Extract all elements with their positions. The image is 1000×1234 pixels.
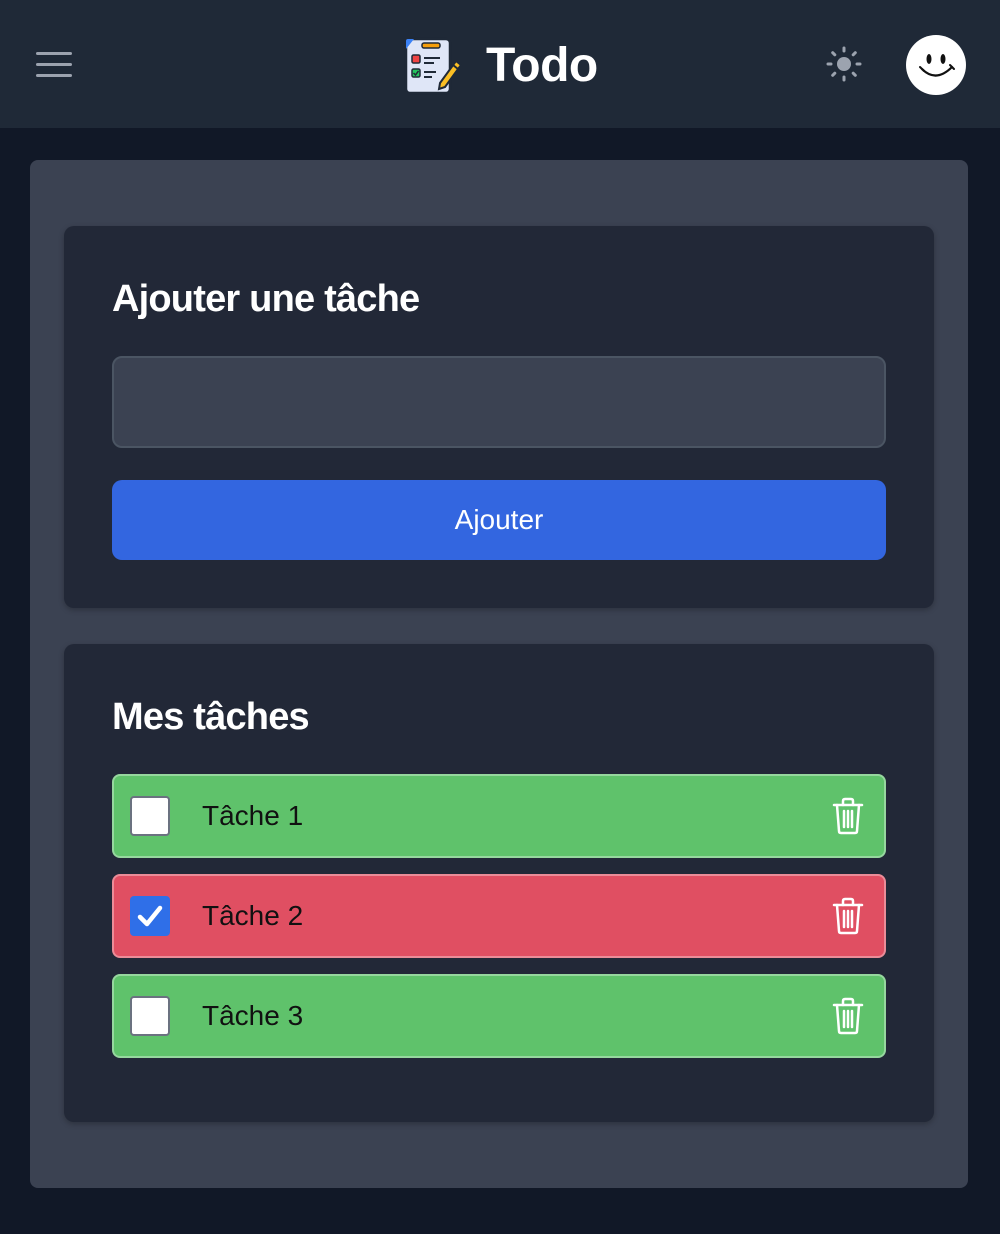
add-task-button[interactable]: Ajouter — [112, 480, 886, 560]
add-task-heading: Ajouter une tâche — [112, 278, 420, 320]
task-list-heading: Mes tâches — [112, 696, 310, 738]
trash-icon[interactable] — [830, 996, 866, 1036]
task-checkbox[interactable] — [130, 796, 170, 836]
sun-icon[interactable] — [822, 42, 866, 86]
add-task-card: Ajouter une tâche Ajouter — [64, 226, 934, 608]
hamburger-menu-icon[interactable] — [30, 44, 78, 84]
trash-icon[interactable] — [830, 896, 866, 936]
brand[interactable]: Todo — [400, 30, 598, 100]
task-list-card: Mes tâches Tâche 1 Tâche 2 Tâche 3 — [64, 644, 934, 1122]
smiley-face-icon — [919, 54, 955, 77]
task-label: Tâche 3 — [202, 1000, 304, 1031]
task-label: Tâche 2 — [202, 900, 304, 931]
task-item: Tâche 3 — [112, 974, 886, 1058]
task-item: Tâche 2 — [112, 874, 886, 958]
trash-icon[interactable] — [830, 796, 866, 836]
checklist-clipboard-icon — [404, 37, 463, 95]
main-container: Ajouter une tâche Ajouter Mes tâches Tâc… — [30, 160, 968, 1188]
app-title: Todo — [486, 38, 598, 92]
user-avatar[interactable] — [906, 35, 966, 95]
task-checkbox[interactable] — [130, 996, 170, 1036]
task-label: Tâche 1 — [202, 800, 304, 831]
task-checkbox[interactable] — [130, 896, 170, 936]
task-input[interactable] — [112, 356, 886, 448]
checkmark-icon — [137, 905, 163, 927]
task-item: Tâche 1 — [112, 774, 886, 858]
top-navbar: Todo — [0, 0, 1000, 128]
